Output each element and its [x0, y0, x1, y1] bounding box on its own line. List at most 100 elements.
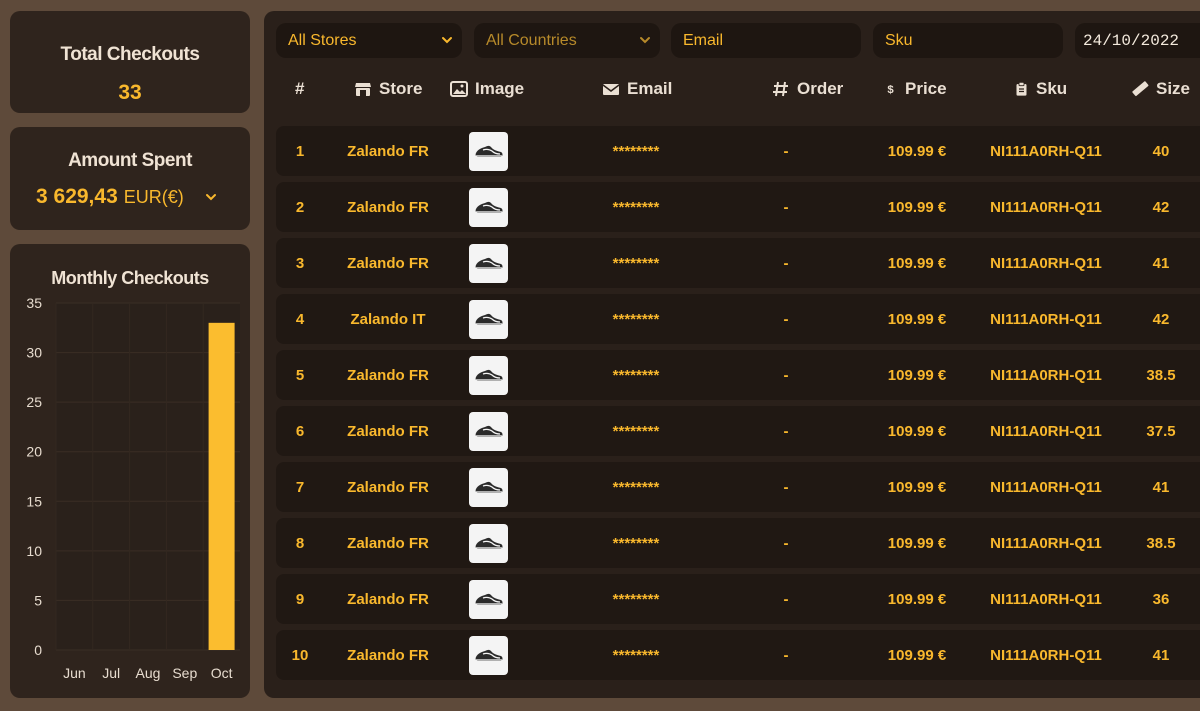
row-number: 2 [295, 198, 305, 216]
country-filter-value: All Countries [486, 31, 577, 49]
row-image[interactable] [469, 630, 508, 680]
currency-selector[interactable]: EUR(€) [124, 187, 184, 208]
row-image[interactable] [469, 518, 508, 568]
row-order: - [783, 422, 789, 440]
row-price: 109.99 € [887, 254, 947, 272]
y-tick-label: 35 [26, 295, 42, 311]
product-thumbnail[interactable] [469, 131, 508, 171]
table-row[interactable]: 3 Zalando FR ******** - 109.99 € NI111A0RH-Q1… [276, 238, 1200, 288]
row-number: 8 [295, 534, 305, 552]
x-tick-label: Jul [102, 665, 120, 681]
header-email: Email [602, 79, 672, 99]
table-row[interactable]: 5 Zalando FR ******** - 109.99 € NI111A0RH-Q1… [276, 350, 1200, 400]
header-email-label: Email [627, 79, 673, 98]
row-image[interactable] [469, 126, 508, 176]
row-email: ******** [612, 590, 660, 608]
y-tick-label: 20 [26, 444, 42, 460]
x-tick-label: Jun [63, 665, 86, 681]
table-row[interactable]: 9 Zalando FR ******** - 109.99 € NI111A0RH-Q1… [276, 574, 1200, 624]
header-num: # [295, 79, 304, 99]
sneaker-icon [475, 313, 502, 325]
amount-spent-value: 3 629,43 [36, 185, 118, 208]
header-price: $ Price [886, 79, 946, 99]
x-tick-label: Sep [172, 665, 197, 681]
row-email: ******** [612, 198, 660, 216]
row-image[interactable] [469, 182, 508, 232]
row-email: ******** [612, 254, 660, 272]
sneaker-icon [475, 537, 502, 549]
row-image[interactable] [469, 406, 508, 456]
store-filter-select[interactable]: All Stores [276, 23, 462, 58]
row-image[interactable] [469, 462, 508, 512]
row-size: 41 [1152, 254, 1170, 272]
row-store: Zalando FR [347, 142, 429, 160]
y-tick-label: 30 [26, 345, 42, 361]
store-filter-value: All Stores [288, 31, 357, 49]
row-sku: NI111A0RH-Q11 [990, 534, 1102, 552]
chevron-down-icon[interactable] [204, 190, 218, 204]
row-number: 9 [295, 590, 305, 608]
country-filter-select[interactable]: All Countries [474, 23, 660, 58]
dollar-icon: $ [887, 84, 894, 96]
row-size: 41 [1152, 478, 1170, 496]
sneaker-icon [475, 201, 502, 213]
table-row[interactable]: 2 Zalando FR ******** - 109.99 € NI111A0RH-Q1… [276, 182, 1200, 232]
row-number: 10 [291, 646, 309, 664]
row-image[interactable] [469, 238, 508, 288]
row-price: 109.99 € [887, 366, 947, 384]
chevron-down-icon [640, 37, 650, 44]
header-image: Image [450, 79, 524, 99]
table-row[interactable]: 7 Zalando FR ******** - 109.99 € NI111A0RH-Q1… [276, 462, 1200, 512]
product-thumbnail[interactable] [469, 579, 508, 619]
row-order: - [783, 590, 789, 608]
row-sku: NI111A0RH-Q11 [990, 142, 1102, 160]
table-header: # Store Image Email Order $ Price Sku Si [264, 75, 1200, 105]
row-size: 37.5 [1146, 422, 1176, 440]
row-order: - [783, 646, 789, 664]
table-row[interactable]: 1 Zalando FR ******** - 109.99 € NI111A0RH-Q1… [276, 126, 1200, 176]
email-filter-placeholder: Email [683, 31, 724, 49]
row-size: 42 [1152, 198, 1170, 216]
row-image[interactable] [469, 294, 508, 344]
row-store: Zalando IT [350, 310, 426, 328]
product-thumbnail[interactable] [469, 411, 508, 451]
row-sku: NI111A0RH-Q11 [990, 422, 1102, 440]
product-thumbnail[interactable] [469, 635, 508, 675]
table-row[interactable]: 4 Zalando IT ******** - 109.99 € NI111A0RH-Q1… [276, 294, 1200, 344]
header-store-label: Store [379, 79, 423, 98]
x-tick-label: Oct [211, 665, 233, 681]
row-store: Zalando FR [347, 366, 429, 384]
table-row[interactable]: 10 Zalando FR ******** - 109.99 € NI111A0RH-Q… [276, 630, 1200, 680]
header-order-label: Order [797, 79, 844, 98]
row-size: 42 [1152, 310, 1170, 328]
row-store: Zalando FR [347, 534, 429, 552]
y-tick-label: 0 [34, 642, 42, 658]
row-store: Zalando FR [347, 254, 429, 272]
table-row[interactable]: 6 Zalando FR ******** - 109.99 € NI111A0RH-Q1… [276, 406, 1200, 456]
product-thumbnail[interactable] [469, 243, 508, 283]
row-price: 109.99 € [887, 534, 947, 552]
product-thumbnail[interactable] [469, 187, 508, 227]
sneaker-icon [475, 649, 502, 661]
product-thumbnail[interactable] [469, 355, 508, 395]
row-image[interactable] [469, 350, 508, 400]
product-thumbnail[interactable] [469, 467, 508, 507]
sku-filter-input[interactable]: Sku [873, 23, 1063, 58]
row-number: 7 [295, 478, 305, 496]
row-store: Zalando FR [347, 590, 429, 608]
bar-oct[interactable] [208, 322, 235, 650]
header-sku-label: Sku [1036, 79, 1068, 98]
date-filter-input[interactable]: 24/10/2022 [1075, 23, 1200, 58]
product-thumbnail[interactable] [469, 523, 508, 563]
row-sku: NI111A0RH-Q11 [990, 254, 1102, 272]
chevron-down-icon [442, 37, 452, 44]
row-order: - [783, 534, 789, 552]
row-price: 109.99 € [887, 198, 947, 216]
table-row[interactable]: 8 Zalando FR ******** - 109.99 € NI111A0RH-Q1… [276, 518, 1200, 568]
sku-filter-placeholder: Sku [885, 31, 913, 49]
product-thumbnail[interactable] [469, 299, 508, 339]
row-image[interactable] [469, 574, 508, 624]
row-order: - [783, 478, 789, 496]
email-filter-input[interactable]: Email [671, 23, 861, 58]
sneaker-icon [475, 425, 502, 437]
